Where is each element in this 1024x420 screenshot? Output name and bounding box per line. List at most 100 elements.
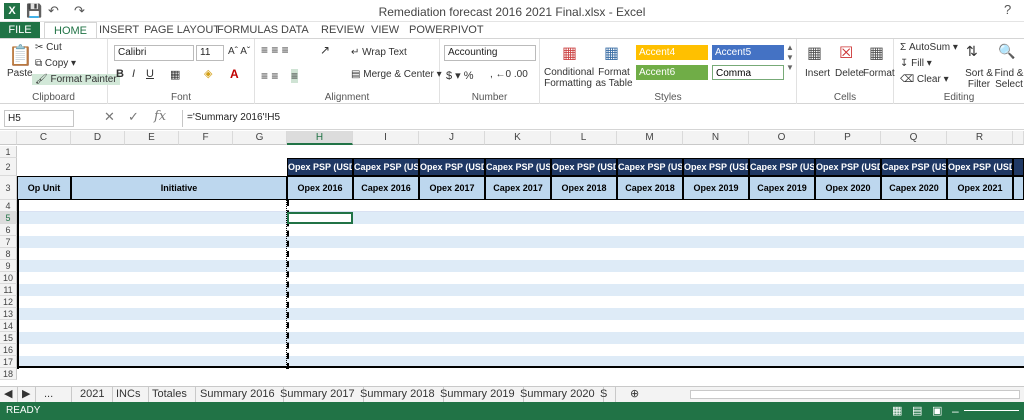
row-header-1[interactable]: 1 [0,146,17,158]
align-left-icon[interactable]: ≡ ≡ [261,69,278,83]
row-header-14[interactable]: 14 [0,320,17,332]
col-header-e[interactable]: E [125,131,179,145]
bold-button[interactable]: B [116,68,124,80]
col-header-k[interactable]: K [485,131,551,145]
col-header-j[interactable]: J [419,131,485,145]
row-header-9[interactable]: 9 [0,260,17,272]
sheet-tab-totales[interactable]: Totales [144,387,196,402]
normal-view-icon[interactable]: ▦ [892,402,902,420]
row-header-16[interactable]: 16 [0,344,17,356]
align-top-icon[interactable]: ≡ ≡ ≡ [261,43,289,57]
col-header-o[interactable]: O [749,131,815,145]
format-painter-button[interactable]: 🖌 Format Painter [32,74,120,85]
tab-powerpivot[interactable]: POWERPIVOT [400,22,493,39]
page-break-view-icon[interactable]: ▣ [932,402,942,420]
page-layout-view-icon[interactable]: ▤ [912,402,922,420]
wrap-text-button[interactable]: ↵ Wrap Text [351,47,407,58]
format-cells-icon[interactable]: ▦ [869,43,884,63]
font-name-select[interactable]: Calibri [114,45,194,61]
styles-scroll-icon[interactable]: ▲ ▼ ▼ [786,43,794,73]
conditional-formatting-icon[interactable]: ▦ [562,43,577,63]
row-header-6[interactable]: 6 [0,224,17,236]
cut-button[interactable]: ✂ Cut [35,42,62,53]
sheet-tab-summary-2017[interactable]: Summary 2017 [272,387,364,402]
sheet-tab-summary-2018[interactable]: Summary 2018 [352,387,444,402]
autosum-button[interactable]: Σ AutoSum ▾ [900,42,958,53]
decimal-icon[interactable]: , ←0 .00 [490,69,528,80]
tab-data[interactable]: DATA [272,22,318,39]
find-select-button[interactable]: Find & Select [994,68,1024,90]
col-header-d[interactable]: D [71,131,125,145]
italic-button[interactable]: I [132,68,135,80]
col-header-m[interactable]: M [617,131,683,145]
row-header-18[interactable]: 18 [0,368,17,380]
col-header-p[interactable]: P [815,131,881,145]
font-grow-icon[interactable]: Aˆ Aˇ [228,46,250,57]
style-accent6[interactable]: Accent6 [636,65,708,80]
col-header-n[interactable]: N [683,131,749,145]
active-cell-h5[interactable] [287,212,353,224]
font-size-select[interactable]: 11 [196,45,224,61]
tab-file[interactable]: FILE [0,22,40,39]
row-header-2[interactable]: 2 [0,158,17,176]
insert-cells-icon[interactable]: ▦ [807,43,822,63]
tab-scroll-right-icon[interactable]: ▶ [18,387,36,402]
row-header-8[interactable]: 8 [0,248,17,260]
col-header-l[interactable]: L [551,131,617,145]
row-header-12[interactable]: 12 [0,296,17,308]
row-header-10[interactable]: 10 [0,272,17,284]
function-icon[interactable]: fx [154,109,166,124]
conditional-formatting-button[interactable]: Conditional Formatting [544,67,594,89]
row-header-5[interactable]: 5 [0,212,17,224]
copy-button[interactable]: ⧉ Copy ▾ [35,58,76,69]
row-header-11[interactable]: 11 [0,284,17,296]
delete-cells-icon[interactable]: ☒ [839,43,853,63]
paste-icon[interactable]: 📋 [8,43,33,68]
fill-color-icon[interactable]: ◈ [204,67,212,80]
row-header-3[interactable]: 3 [0,176,17,200]
find-select-icon[interactable]: 🔍 [998,43,1015,60]
zoom-out-icon[interactable]: – [952,402,959,420]
select-all-corner[interactable] [0,131,17,145]
sheet-tab-summary-2020[interactable]: Summary 2020 [512,387,604,402]
row-header-4[interactable]: 4 [0,200,17,212]
orientation-icon[interactable]: ↗ [320,43,330,57]
format-as-table-button[interactable]: Format as Table [594,67,634,89]
zoom-slider[interactable] [964,410,1019,411]
style-accent5[interactable]: Accent5 [712,45,784,60]
row-header-17[interactable]: 17 [0,356,17,368]
format-table-icon[interactable]: ▦ [604,43,619,63]
paste-button[interactable]: Paste [7,68,33,79]
horizontal-scrollbar[interactable] [690,390,1020,399]
insert-cells-button[interactable]: Insert [805,68,830,79]
number-format-select[interactable]: Accounting [444,45,536,61]
col-header-g[interactable]: G [233,131,287,145]
cancel-icon[interactable]: ✕ [104,109,115,125]
clear-button[interactable]: ⌫ Clear ▾ [900,74,949,85]
tab-ellipsis[interactable]: ... [36,387,72,402]
borders-icon[interactable]: ▦ [170,68,180,81]
merge-center-button[interactable]: ▤ Merge & Center ▾ [351,69,442,80]
style-accent4[interactable]: Accent4 [636,45,708,60]
style-comma[interactable]: Comma [712,65,784,80]
col-header-c[interactable]: C [17,131,71,145]
col-header-f[interactable]: F [179,131,233,145]
sheet-tab-summary-2019[interactable]: Summary 2019 [432,387,524,402]
format-cells-button[interactable]: Format [863,68,895,79]
col-header-h[interactable]: H [287,131,353,145]
col-header-i[interactable]: I [353,131,419,145]
formula-input[interactable]: ='Summary 2016'!H5 [182,110,1020,127]
currency-icon[interactable]: $ ▾ % [446,69,474,82]
col-header-s[interactable] [1013,131,1024,145]
underline-button[interactable]: U [146,68,154,80]
col-header-r[interactable]: R [947,131,1013,145]
font-color-icon[interactable]: A [230,67,239,81]
sheet-tab-summary-2016[interactable]: Summary 2016 [192,387,284,402]
tab-scroll-left-icon[interactable]: ◀ [0,387,18,402]
help-icon[interactable]: ? [1004,2,1011,17]
sort-filter-button[interactable]: Sort & Filter [964,68,994,90]
enter-icon[interactable]: ✓ [128,109,139,125]
col-header-q[interactable]: Q [881,131,947,145]
row-header-13[interactable]: 13 [0,308,17,320]
fill-button[interactable]: ↧ Fill ▾ [900,58,932,69]
